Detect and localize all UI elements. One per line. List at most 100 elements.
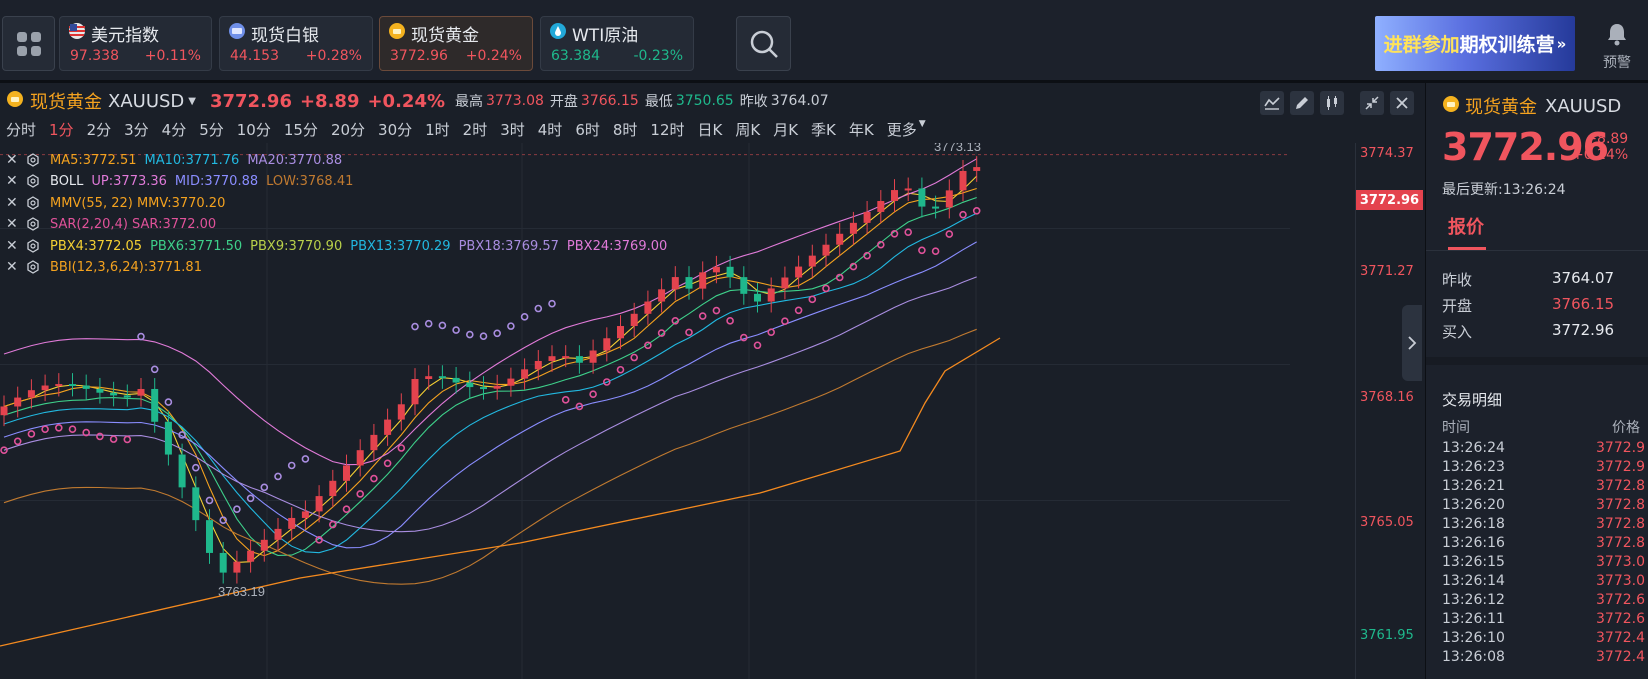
search-icon (750, 30, 778, 58)
remove-indicator-icon[interactable]: ✕ (6, 195, 20, 211)
timeframe-tab[interactable]: 5分 (199, 119, 224, 140)
ticker-silver[interactable]: 现货白银 44.153 +0.28% (219, 16, 373, 71)
timeframe-tab[interactable]: 4分 (162, 119, 187, 140)
settings-icon[interactable] (26, 260, 40, 274)
sar-dot (794, 306, 803, 315)
high-label: 最高 (455, 94, 483, 110)
timeframe-tab[interactable]: 6时 (575, 119, 600, 140)
collapse-button[interactable] (1360, 91, 1384, 115)
remove-indicator-icon[interactable]: ✕ (6, 238, 20, 254)
timeframe-tab[interactable]: 2时 (463, 119, 488, 140)
quote-label: 昨收 (1442, 271, 1473, 289)
timeframe-tab[interactable]: 3分 (124, 119, 149, 140)
close-button[interactable] (1390, 91, 1414, 115)
candle-body (836, 233, 844, 245)
timeframe-tab[interactable]: 30分 (378, 119, 412, 140)
candle-body (863, 211, 871, 223)
candle-body (493, 385, 501, 389)
remove-indicator-icon[interactable]: ✕ (6, 216, 20, 232)
sar-dot (712, 306, 721, 315)
candle-body (699, 272, 707, 289)
timeframe-tab[interactable]: 1时 (425, 119, 450, 140)
ticker-gold[interactable]: 现货黄金 3772.96 +0.24% (379, 16, 533, 71)
candle-body (877, 200, 885, 212)
candle-body (658, 289, 666, 302)
candle-body (534, 360, 542, 370)
expand-panel-button[interactable] (1402, 305, 1422, 381)
settings-icon[interactable] (26, 174, 40, 188)
trade-time: 13:26:11 (1442, 611, 1505, 627)
indicator-button[interactable] (1260, 91, 1284, 115)
sar-dot (931, 247, 940, 256)
ticker-usd-index[interactable]: 美元指数 97.338 +0.11% (59, 16, 212, 71)
us-flag-icon (68, 22, 86, 45)
chart-tools (1260, 91, 1344, 115)
indicator-row: ✕ BOLL UP:3773.36 MID:3770.88 LOW:3768.41 (6, 173, 361, 189)
symbol-dropdown-icon[interactable]: ▼ (188, 96, 196, 107)
timeframe-tab[interactable]: 更多 (887, 119, 917, 140)
trade-price: 3773.0 (1596, 554, 1645, 570)
candle-body (0, 406, 8, 416)
indicator-value: PBX9:3770.90 (250, 238, 343, 254)
settings-icon[interactable] (26, 217, 40, 231)
last-updated: 最后更新:13:26:24 (1442, 182, 1566, 198)
indicator-row: ✕ MA5:3772.51 MA10:3771.76 MA20:3770.88 (6, 152, 350, 168)
candle-type-button[interactable] (1320, 91, 1344, 115)
alarm-button[interactable]: 预警 (1595, 22, 1639, 72)
promo-banner[interactable]: 进群参加 期权训练营» (1375, 16, 1575, 71)
candlestick-icon (1327, 96, 1337, 110)
timeframe-tab[interactable]: 15分 (284, 119, 318, 140)
draw-button[interactable] (1290, 91, 1314, 115)
indicator-row: ✕ SAR(2,20,4) SAR:3772.00 (6, 216, 224, 232)
remove-indicator-icon[interactable]: ✕ (6, 152, 20, 168)
settings-icon[interactable] (26, 153, 40, 167)
candle-body (767, 288, 775, 302)
price-axis: 3774.37 3772.96 3771.27 3768.16 3765.05 … (1355, 143, 1423, 679)
timeframe-tab[interactable]: 月K (773, 119, 798, 140)
search-button[interactable] (736, 16, 791, 71)
candle-body (219, 552, 227, 573)
tab-quote[interactable]: 报价 (1448, 213, 1484, 239)
settings-icon[interactable] (26, 196, 40, 210)
timeframe-tab[interactable]: 12时 (650, 119, 684, 140)
trade-time: 13:26:18 (1442, 516, 1505, 532)
ticker-wti[interactable]: WTI原油 63.384 -0.23% (540, 16, 694, 71)
quote-header: 现货黄金 XAUUSD (1442, 93, 1621, 119)
timeframe-tab[interactable]: 10分 (237, 119, 271, 140)
candle-body (452, 377, 460, 383)
timeframe-tab[interactable]: 分时 (6, 119, 36, 140)
candle-body (329, 480, 337, 497)
timeframe-tab[interactable]: 季K (811, 119, 836, 140)
timeframe-tab[interactable]: 4时 (538, 119, 563, 140)
silver-coin-icon (228, 22, 246, 45)
indicator-value: PBX13:3770.29 (350, 238, 451, 254)
indicator-value: BBI(12,3,6,24):3771.81 (50, 259, 202, 275)
chart-header: 现货黄金 XAUUSD ▼ 3772.96 +8.89 +0.24% 最高 377… (6, 89, 829, 113)
instrument-symbol[interactable]: XAUUSD (108, 91, 184, 112)
candle-body (274, 528, 282, 540)
timeframe-tab[interactable]: 3时 (500, 119, 525, 140)
remove-indicator-icon[interactable]: ✕ (6, 173, 20, 189)
sar-dot (192, 463, 200, 472)
chevron-down-icon[interactable]: ▼ (919, 119, 926, 140)
sar-dot (726, 317, 734, 325)
timeframe-tab[interactable]: 20分 (331, 119, 365, 140)
indicator-row: ✕ PBX4:3772.05 PBX6:3771.50 PBX9:3770.90 PBX… (6, 238, 675, 254)
timeframe-tab[interactable]: 周K (735, 119, 760, 140)
grid-menu-button[interactable] (2, 16, 55, 71)
timeframe-tab[interactable]: 日K (698, 119, 723, 140)
timeframe-tab[interactable]: 2分 (87, 119, 112, 140)
candle-body (233, 561, 241, 573)
sar-dot (137, 332, 145, 341)
sar-dot (685, 328, 693, 337)
timeframe-tab[interactable]: 年K (849, 119, 874, 140)
indicator-value: MID:3770.88 (174, 173, 259, 189)
settings-icon[interactable] (26, 239, 40, 253)
remove-indicator-icon[interactable]: ✕ (6, 259, 20, 275)
chart-area[interactable]: 现货黄金 XAUUSD ▼ 3772.96 +8.89 +0.24% 最高 377… (0, 83, 1423, 679)
timeframe-tab-active[interactable]: 1分 (49, 119, 74, 140)
price-tick: 3774.37 (1360, 146, 1414, 161)
timeframe-tab[interactable]: 8时 (613, 119, 638, 140)
candle-body (206, 520, 213, 553)
candle-body (945, 190, 953, 208)
